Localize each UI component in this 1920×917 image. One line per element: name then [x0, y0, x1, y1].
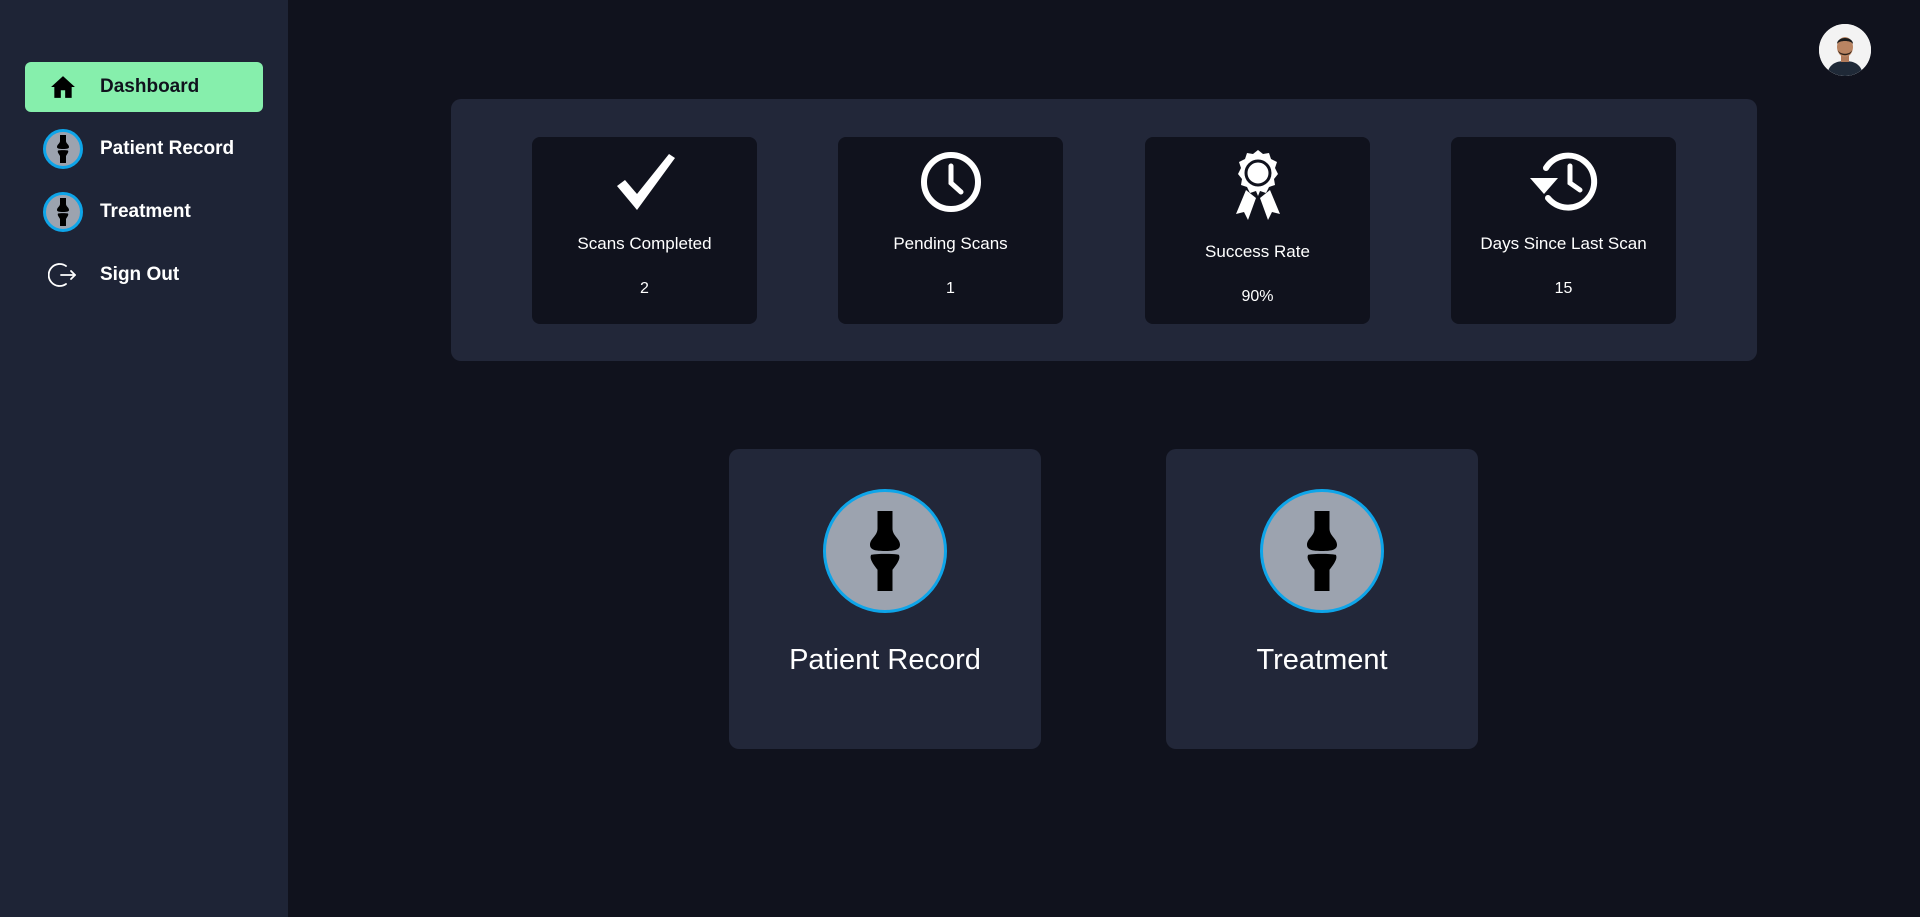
sidebar-item-dashboard[interactable]: Dashboard [25, 62, 263, 112]
stat-label: Pending Scans [893, 234, 1008, 253]
stat-value: 1 [946, 280, 955, 297]
sidebar-item-label: Patient Record [100, 138, 235, 159]
knee-joint-icon [43, 129, 83, 169]
award-ribbon-icon [1145, 147, 1370, 225]
sidebar-item-label: Treatment [100, 201, 191, 222]
stat-label: Days Since Last Scan [1480, 234, 1647, 253]
sidebar-item-label: Dashboard [100, 76, 200, 97]
action-card-label: Patient Record [789, 644, 981, 676]
stats-panel: Scans Completed 2 Pending Scans 1 Succes… [451, 99, 1757, 361]
knee-joint-icon [43, 192, 83, 232]
stat-value: 90% [1241, 288, 1274, 305]
sidebar-item-label: Sign Out [100, 264, 180, 285]
knee-joint-icon [823, 489, 947, 613]
knee-joint-icon [1260, 489, 1384, 613]
sidebar: Dashboard Patient Record Treatment Sign … [0, 0, 288, 917]
sidebar-item-patient-record[interactable]: Patient Record [25, 124, 263, 174]
stat-value: 15 [1554, 280, 1573, 297]
home-icon [43, 67, 83, 107]
sidebar-item-sign-out[interactable]: Sign Out [25, 250, 263, 300]
stat-card-pending-scans: Pending Scans 1 [838, 137, 1063, 324]
stat-card-scans-completed: Scans Completed 2 [532, 137, 757, 324]
patient-record-card[interactable]: Patient Record [729, 449, 1041, 749]
user-avatar[interactable] [1819, 24, 1871, 76]
stat-card-days-since-last-scan: Days Since Last Scan 15 [1451, 137, 1676, 324]
sign-out-icon [43, 255, 83, 295]
history-icon [1451, 147, 1676, 217]
stat-label: Scans Completed [577, 234, 712, 253]
action-card-label: Treatment [1256, 644, 1388, 676]
stat-card-success-rate: Success Rate 90% [1145, 137, 1370, 324]
treatment-card[interactable]: Treatment [1166, 449, 1478, 749]
stat-value: 2 [640, 280, 649, 297]
stat-label: Success Rate [1205, 242, 1310, 261]
clock-icon [838, 147, 1063, 217]
checkmark-icon [532, 147, 757, 217]
sidebar-item-treatment[interactable]: Treatment [25, 187, 263, 237]
